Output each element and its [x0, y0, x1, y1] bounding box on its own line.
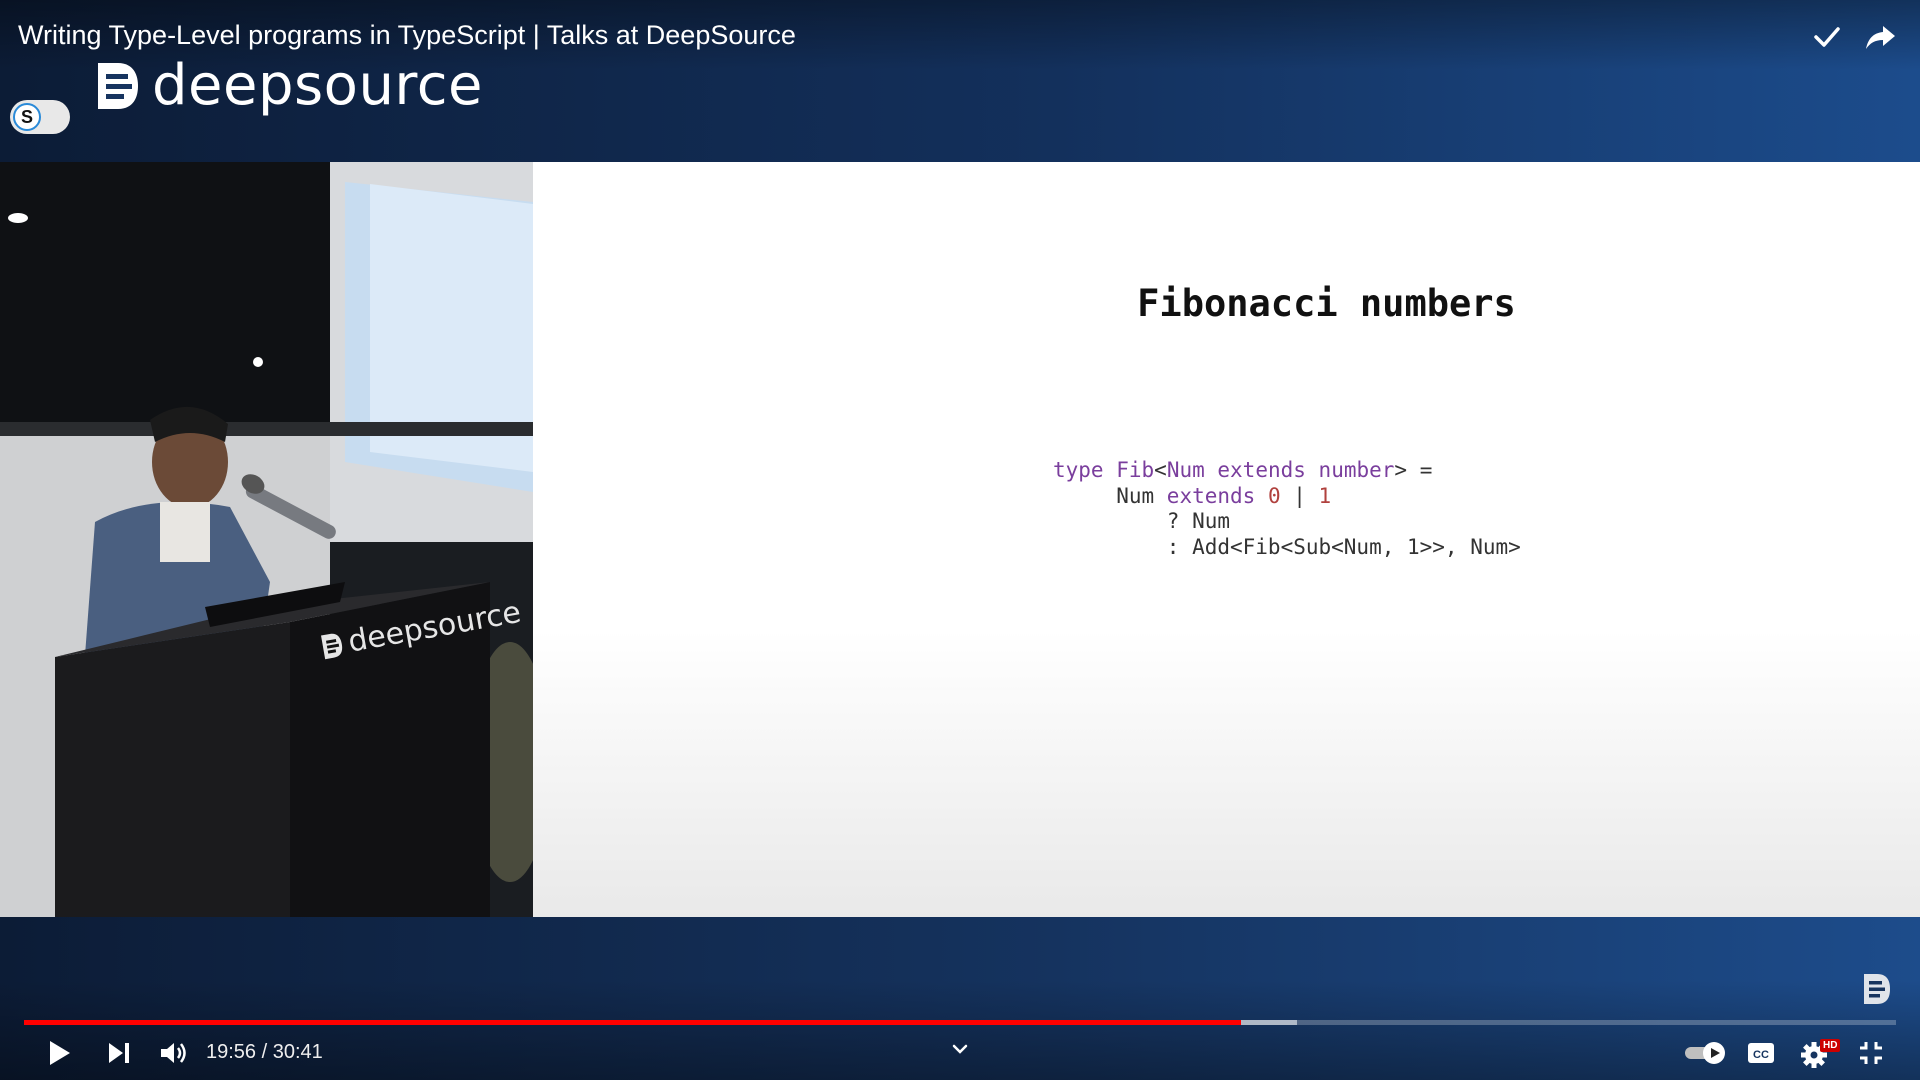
autoplay-toggle[interactable]	[1682, 1034, 1730, 1072]
deepsource-logo-icon	[98, 63, 138, 109]
next-icon	[109, 1043, 129, 1063]
code-token: Num	[1166, 458, 1218, 482]
slide-title: Fibonacci numbers	[1137, 282, 1516, 325]
time-display: 19:56 / 30:41	[206, 1041, 323, 1063]
chapter-chevron-button[interactable]	[944, 1036, 976, 1062]
code-block: type Fib<Num extends number> = Num exten…	[1053, 458, 1521, 560]
code-token: extends	[1217, 458, 1319, 482]
presentation-slide: Fibonacci numbers type Fib<Num extends n…	[533, 162, 1920, 918]
exit-fullscreen-button[interactable]	[1852, 1034, 1890, 1072]
code-line: Num extends 0 | 1	[1053, 484, 1521, 510]
autoplay-toggle-icon	[1685, 1042, 1725, 1064]
code-line: type Fib<Num extends number> =	[1053, 458, 1521, 484]
code-token: 0	[1267, 483, 1281, 508]
brand-logo: deepsource	[94, 56, 483, 116]
hd-badge: HD	[1820, 1039, 1841, 1052]
captions-button[interactable]: CC	[1742, 1034, 1780, 1072]
captions-icon: CC	[1748, 1043, 1774, 1063]
brand-name: deepsource	[152, 53, 483, 118]
code-token: Num	[1053, 483, 1167, 508]
channel-watermark-icon[interactable]	[1862, 972, 1892, 1006]
play-icon	[50, 1041, 70, 1065]
chevron-down-icon	[952, 1044, 968, 1054]
progress-bar[interactable]	[24, 1020, 1896, 1025]
play-button[interactable]	[40, 1034, 78, 1072]
next-button[interactable]	[100, 1034, 138, 1072]
share-icon[interactable]	[1862, 18, 1900, 56]
extension-toggle[interactable]: S	[10, 100, 70, 134]
exit-fullscreen-icon	[1860, 1042, 1882, 1064]
svg-text:CC: CC	[1753, 1049, 1769, 1061]
volume-icon	[161, 1043, 186, 1063]
code-token: : Add<Fib<Sub<Num, 1>>, Num>	[1053, 534, 1521, 559]
code-token: number	[1318, 458, 1395, 482]
code-token: 1	[1318, 483, 1332, 508]
volume-button[interactable]	[154, 1034, 192, 1072]
check-icon[interactable]	[1808, 18, 1846, 56]
code-line: : Add<Fib<Sub<Num, 1>>, Num>	[1053, 535, 1521, 561]
code-token: <	[1154, 458, 1167, 482]
code-token: ? Num	[1053, 509, 1231, 533]
code-token: extends	[1166, 483, 1268, 508]
code-token: > =	[1394, 458, 1433, 482]
bottom-shade	[0, 980, 1920, 1080]
speaker-scene-image	[0, 162, 533, 918]
video-title[interactable]: Writing Type-Level programs in TypeScrip…	[18, 18, 796, 52]
code-token: Fib	[1116, 458, 1155, 482]
speaker-camera-feed: deepsource	[0, 162, 533, 918]
podium-logo-icon	[320, 633, 343, 659]
code-line: ? Num	[1053, 509, 1521, 535]
code-token: |	[1280, 483, 1319, 508]
settings-button[interactable]: HD	[1798, 1034, 1842, 1072]
played-bar	[24, 1020, 1241, 1025]
code-token: type	[1053, 458, 1117, 482]
toggle-knob: S	[13, 103, 41, 131]
